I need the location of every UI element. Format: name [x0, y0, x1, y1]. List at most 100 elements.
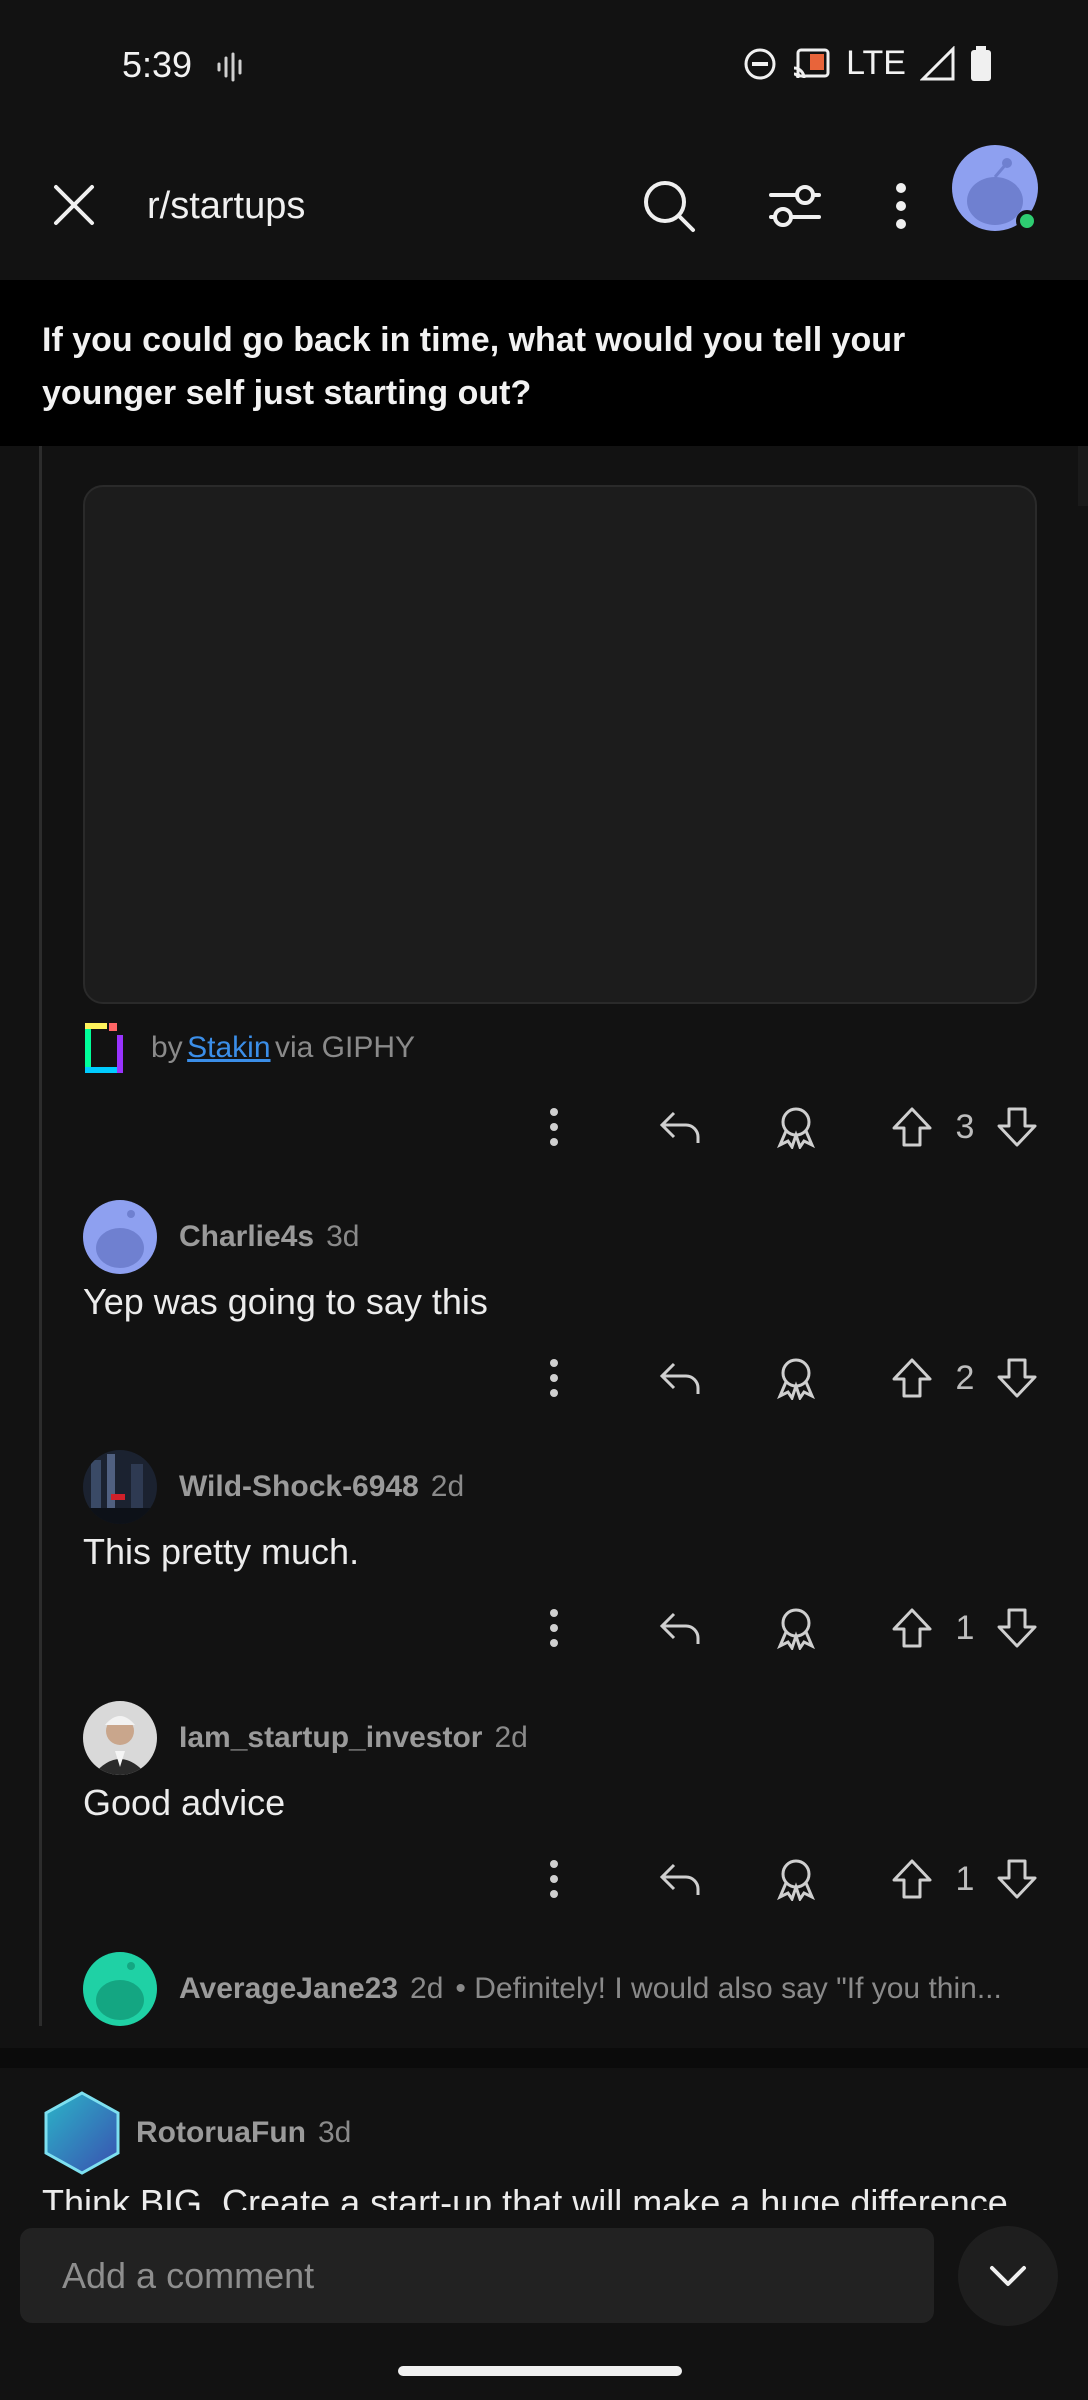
- cast-icon: [793, 48, 830, 78]
- comment-more-button[interactable]: [529, 1603, 579, 1653]
- downvote-button[interactable]: [992, 1353, 1042, 1403]
- add-comment-placeholder: Add a comment: [62, 2254, 315, 2296]
- award-icon: [777, 1608, 815, 1650]
- reply-icon: [659, 1863, 700, 1895]
- reply-icon: [659, 1362, 700, 1394]
- vote-count: 1: [955, 1860, 975, 1898]
- signal-icon: [920, 45, 955, 80]
- downvote-button[interactable]: [992, 1102, 1042, 1152]
- thread-line[interactable]: [39, 446, 42, 2026]
- award-icon: [777, 1107, 815, 1149]
- snoo-avatar-icon: [83, 1952, 157, 2026]
- downvote-arrow-icon: [997, 1107, 1037, 1147]
- upvote-arrow-icon: [892, 1107, 932, 1147]
- search-button[interactable]: [634, 171, 704, 241]
- comment-username[interactable]: AverageJane23: [179, 1972, 398, 2006]
- comment-age: 3d: [326, 1220, 360, 1253]
- online-status-dot: [1016, 210, 1038, 232]
- upvote-arrow-icon: [892, 1859, 932, 1899]
- home-indicator[interactable]: [398, 2366, 682, 2376]
- do-not-disturb-icon: [744, 48, 776, 79]
- comment-text: Good advice: [83, 1782, 286, 1823]
- comment-username[interactable]: Iam_startup_investor: [179, 1721, 482, 1755]
- downvote-arrow-icon: [997, 1358, 1037, 1398]
- vote-count: 2: [955, 1359, 975, 1397]
- comment-username[interactable]: Charlie4s: [179, 1220, 314, 1254]
- divider: [0, 2048, 1088, 2068]
- comment-username[interactable]: RotoruaFun: [136, 2116, 306, 2150]
- downvote-arrow-icon: [997, 1859, 1037, 1899]
- vote-count: 1: [955, 1609, 975, 1647]
- upvote-arrow-icon: [892, 1608, 932, 1648]
- chevron-down-icon: [990, 2266, 1026, 2286]
- status-bar: 5:39 LTE: [0, 0, 1088, 135]
- comment-header: RotoruaFun 3d: [42, 2090, 351, 2176]
- downvote-arrow-icon: [997, 1608, 1037, 1648]
- upvote-arrow-icon: [892, 1358, 932, 1398]
- status-icons: LTE: [742, 44, 992, 83]
- upvote-button[interactable]: [887, 1102, 937, 1152]
- downvote-button[interactable]: [992, 1603, 1042, 1653]
- comment-age: 2d: [494, 1721, 528, 1754]
- award-button[interactable]: [771, 1854, 821, 1904]
- gif-embed[interactable]: [83, 485, 1037, 1004]
- comment-more-button[interactable]: [529, 1854, 579, 1904]
- upvote-button[interactable]: [887, 1854, 937, 1904]
- collapse-threads-button[interactable]: [958, 2226, 1058, 2326]
- comment-more-button[interactable]: [529, 1353, 579, 1403]
- top-app-bar: r/startups: [0, 135, 1088, 280]
- comment-more-button[interactable]: [529, 1102, 579, 1152]
- award-icon: [777, 1859, 815, 1901]
- comment-header: Wild-Shock-6948 2d: [83, 1449, 464, 1525]
- avatar[interactable]: [83, 1200, 157, 1274]
- downvote-button[interactable]: [992, 1854, 1042, 1904]
- snoo-avatar-icon: [83, 1200, 157, 1274]
- reply-button[interactable]: [655, 1353, 705, 1403]
- comment-actions: 1: [0, 1848, 1088, 1908]
- reply-button[interactable]: [655, 1854, 705, 1904]
- city-photo-avatar: [83, 1450, 157, 1524]
- sort-filter-button[interactable]: [760, 171, 830, 241]
- reply-button[interactable]: [655, 1102, 705, 1152]
- award-button[interactable]: [771, 1102, 821, 1152]
- comment-actions: 2: [0, 1347, 1088, 1407]
- more-options-button[interactable]: [866, 171, 936, 241]
- post-title: If you could go back in time, what would…: [42, 321, 906, 412]
- avatar[interactable]: [83, 1952, 157, 2026]
- upvote-button[interactable]: [887, 1353, 937, 1403]
- search-icon: [644, 181, 695, 232]
- subreddit-title[interactable]: r/startups: [147, 185, 305, 228]
- more-vertical-icon: [550, 1609, 558, 1647]
- add-comment-input[interactable]: Add a comment: [20, 2228, 934, 2323]
- upvote-button[interactable]: [887, 1603, 937, 1653]
- more-vertical-icon: [896, 183, 906, 229]
- reply-icon: [659, 1612, 700, 1644]
- award-button[interactable]: [771, 1353, 821, 1403]
- collapsed-comment-preview: • Definitely! I would also say "If you t…: [455, 1972, 1002, 2005]
- giphy-author-link[interactable]: Stakin: [187, 1031, 270, 1065]
- giphy-logo-icon: [85, 1023, 123, 1073]
- scrollbar[interactable]: [1078, 446, 1088, 506]
- avatar[interactable]: [83, 1701, 157, 1775]
- comment-username[interactable]: Wild-Shock-6948: [179, 1470, 419, 1504]
- collapsed-comment[interactable]: AverageJane23 2d • Definitely! I would a…: [83, 1951, 1015, 2027]
- reply-button[interactable]: [655, 1603, 705, 1653]
- more-vertical-icon: [550, 1108, 558, 1146]
- close-button[interactable]: [44, 175, 104, 235]
- award-button[interactable]: [771, 1603, 821, 1653]
- close-icon: [54, 185, 94, 225]
- battery-icon: [971, 45, 991, 81]
- reply-icon: [659, 1111, 700, 1143]
- filter-sliders-icon: [769, 185, 821, 227]
- comment-age: 3d: [317, 2116, 352, 2149]
- comment-actions: 1: [0, 1597, 1088, 1657]
- comment-composer-bar: Add a comment: [0, 2210, 1088, 2400]
- comment-text: Yep was going to say this: [83, 1281, 488, 1322]
- status-time: 5:39: [122, 44, 193, 85]
- vote-count: 3: [955, 1108, 975, 1146]
- hexagon-avatar[interactable]: [42, 2090, 122, 2176]
- post-title-bar: If you could go back in time, what would…: [0, 280, 1088, 446]
- avatar[interactable]: [83, 1450, 157, 1524]
- more-vertical-icon: [550, 1359, 558, 1397]
- comment-text: This pretty much.: [83, 1531, 360, 1572]
